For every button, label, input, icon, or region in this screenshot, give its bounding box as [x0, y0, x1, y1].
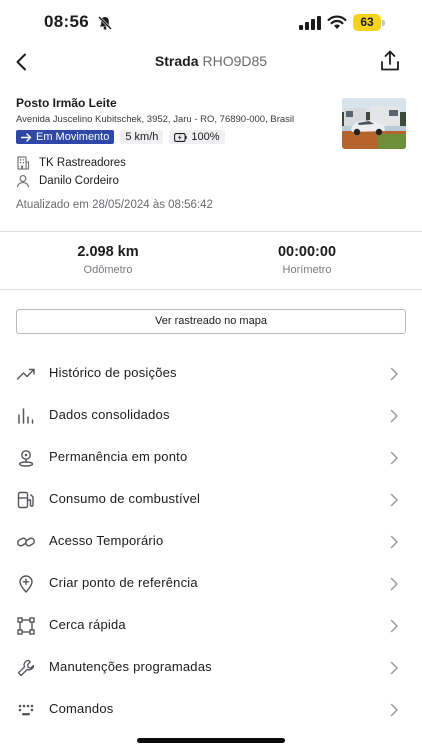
vehicle-plate: RHO9D85: [202, 53, 268, 69]
battery-indicator: 63: [353, 14, 385, 31]
last-update: Atualizado em 28/05/2024 às 08:56:42: [16, 199, 213, 211]
arrow-right-icon: [21, 132, 32, 142]
menu-item-permanencia[interactable]: Permanência em ponto: [0, 438, 422, 478]
trending-up-icon: [16, 368, 35, 380]
chevron-right-icon: [390, 577, 398, 591]
wrench-icon: [17, 659, 35, 677]
odometer-value: 2.098 km: [77, 244, 139, 260]
menu-item-acesso-temporario[interactable]: Acesso Temporário: [0, 522, 422, 562]
vehicle-photo[interactable]: [342, 98, 406, 149]
battery-cap: [382, 20, 385, 26]
chevron-right-icon: [390, 367, 398, 381]
vehicle-model: Strada: [154, 53, 199, 69]
odometer-label: Odômetro: [83, 264, 133, 276]
chevron-right-icon: [390, 535, 398, 549]
chevron-right-icon: [390, 493, 398, 507]
link-icon: [17, 537, 35, 547]
menu-label: Consumo de combustível: [49, 491, 201, 506]
chevron-right-icon: [390, 409, 398, 423]
menu-label: Acesso Temporário: [49, 533, 164, 548]
bar-chart-icon: [18, 408, 34, 424]
hourmeter-label: Horímetro: [282, 264, 332, 276]
battery-badge: 100%: [169, 130, 225, 144]
fuel-icon: [17, 491, 34, 509]
speed-badge: 5 km/h: [120, 130, 164, 144]
hourmeter-value: 00:00:00: [277, 244, 337, 260]
company-name: TK Rastreadores: [39, 157, 126, 169]
chevron-right-icon: [390, 703, 398, 717]
menu-item-dados-consolidados[interactable]: Dados consolidados: [0, 396, 422, 436]
fence-icon: [17, 617, 35, 635]
status-label: Em Movimento: [36, 131, 110, 143]
driver-row: Danilo Cordeiro: [16, 174, 119, 188]
map-pin-icon: [18, 450, 34, 467]
add-location-icon: [19, 575, 33, 593]
bell-slash-icon: [98, 16, 112, 30]
hourmeter: 00:00:00 Horímetro: [207, 244, 407, 276]
menu-label: Histórico de posições: [49, 365, 177, 380]
menu-label: Dados consolidados: [49, 407, 170, 422]
cellular-signal-icon: [299, 16, 321, 30]
battery-charging-icon: [174, 132, 187, 142]
menu-label: Comandos: [49, 701, 114, 716]
home-indicator[interactable]: [137, 738, 285, 743]
menu-item-consumo[interactable]: Consumo de combustível: [0, 480, 422, 520]
building-icon: [17, 156, 30, 170]
menu-item-criar-ponto[interactable]: Criar ponto de referência: [0, 564, 422, 604]
view-on-map-button[interactable]: Ver rastreado no mapa: [16, 309, 406, 334]
status-time: 08:56: [44, 12, 89, 31]
battery-level: 100%: [191, 131, 220, 143]
chevron-right-icon: [390, 661, 398, 675]
divider: [0, 289, 422, 290]
status-bar: 08:56 63: [0, 0, 422, 46]
user-icon: [16, 175, 30, 188]
odometer: 2.098 km Odômetro: [8, 244, 208, 276]
wifi-icon: [327, 15, 347, 29]
menu-label: Permanência em ponto: [49, 449, 188, 464]
driver-name: Danilo Cordeiro: [39, 175, 119, 187]
chevron-right-icon: [390, 619, 398, 633]
company-row: TK Rastreadores: [16, 156, 126, 170]
menu-item-manutencoes[interactable]: Manutenções programadas: [0, 648, 422, 688]
menu-item-historico[interactable]: Histórico de posições: [0, 354, 422, 394]
battery-percentage: 63: [360, 15, 374, 29]
menu-label: Cerca rápida: [49, 617, 126, 632]
menu-item-cerca-rapida[interactable]: Cerca rápida: [0, 606, 422, 646]
chevron-right-icon: [390, 451, 398, 465]
divider: [0, 231, 422, 232]
navigation-bar: Strada RHO9D85: [0, 46, 422, 78]
menu-item-comandos[interactable]: Comandos: [0, 690, 422, 730]
page-title: Strada RHO9D85: [0, 53, 422, 69]
menu-label: Manutenções programadas: [49, 659, 212, 674]
share-icon[interactable]: [378, 49, 402, 73]
speed-value: 5 km/h: [125, 131, 159, 143]
keypad-icon: [18, 704, 34, 716]
menu-label: Criar ponto de referência: [49, 575, 198, 590]
status-badge: Em Movimento: [16, 130, 115, 144]
